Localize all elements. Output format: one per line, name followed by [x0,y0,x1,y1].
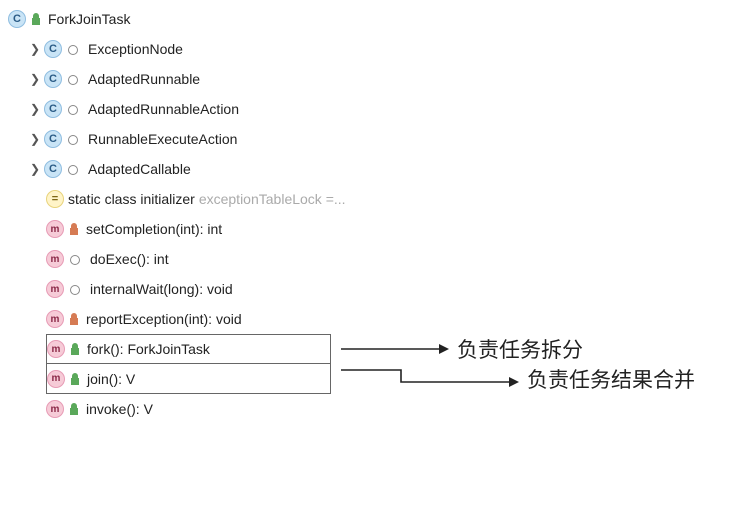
package-icon [68,165,78,175]
method-icon [46,250,64,268]
fork-join-block: fork(): ForkJoinTask join(): V [6,334,331,394]
annotation-join: 负责任务结果合并 [341,364,695,394]
package-icon [68,75,78,85]
inner-class-label: AdaptedCallable [88,161,191,177]
annotation-fork-text: 负责任务拆分 [457,334,583,364]
method-icon [46,220,64,238]
method-label: join(): V [87,371,135,387]
public-icon [30,12,42,26]
static-initializer-icon [46,190,64,208]
inner-class-row[interactable]: ❯ AdaptedRunnableAction [6,94,695,124]
method-row[interactable]: fork(): ForkJoinTask [46,334,331,364]
inner-class-label: AdaptedRunnableAction [88,101,239,117]
inner-class-label: RunnableExecuteAction [88,131,237,147]
expand-arrow-icon[interactable]: ❯ [28,132,42,146]
annotation-fork: 负责任务拆分 [341,334,695,364]
inner-class-row[interactable]: ❯ ExceptionNode [6,34,695,64]
expand-arrow-icon[interactable]: ❯ [28,162,42,176]
method-row[interactable]: internalWait(long): void [6,274,695,304]
expand-arrow-icon[interactable]: ❯ [28,72,42,86]
method-row[interactable]: join(): V [46,364,331,394]
package-icon [68,135,78,145]
inner-class-row[interactable]: ❯ AdaptedCallable [6,154,695,184]
annotations: 负责任务拆分 负责任务结果合并 [341,334,695,394]
arrow-icon [341,342,451,356]
class-icon [44,70,62,88]
method-icon [46,280,64,298]
method-icon [47,370,65,388]
inner-class-row[interactable]: ❯ AdaptedRunnable [6,64,695,94]
expand-arrow-icon[interactable]: ❯ [28,102,42,116]
public-icon [69,372,81,386]
package-icon [68,105,78,115]
method-label: internalWait(long): void [90,281,233,297]
root-class-label: ForkJoinTask [48,11,130,27]
method-icon [46,400,64,418]
inner-class-label: AdaptedRunnable [88,71,200,87]
expand-arrow-icon[interactable]: ❯ [28,42,42,56]
static-initializer-label: static class initializer [68,191,195,207]
class-icon [8,10,26,28]
method-row[interactable]: doExec(): int [6,244,695,274]
method-label: invoke(): V [86,401,153,417]
method-label: setCompletion(int): int [86,221,222,237]
method-icon [47,340,65,358]
method-icon [46,310,64,328]
class-icon [44,100,62,118]
method-label: doExec(): int [90,251,169,267]
class-icon [44,40,62,58]
method-label: fork(): ForkJoinTask [87,341,210,357]
package-icon [70,285,80,295]
method-row[interactable]: setCompletion(int): int [6,214,695,244]
annotation-join-text: 负责任务结果合并 [527,364,695,394]
package-icon [70,255,80,265]
arrow-bent-icon [341,368,521,390]
method-row[interactable]: invoke(): V [6,394,695,424]
public-icon [69,342,81,356]
structure-tree: ForkJoinTask ❯ ExceptionNode ❯ AdaptedRunna… [6,4,695,424]
static-initializer-row[interactable]: static class initializer exceptionTableL… [6,184,695,214]
private-icon [68,312,80,326]
method-label: reportException(int): void [86,311,242,327]
class-icon [44,130,62,148]
private-icon [68,222,80,236]
static-initializer-detail: exceptionTableLock =... [199,191,346,207]
class-icon [44,160,62,178]
inner-class-row[interactable]: ❯ RunnableExecuteAction [6,124,695,154]
inner-class-label: ExceptionNode [88,41,183,57]
tree-root-row[interactable]: ForkJoinTask [6,4,695,34]
method-row[interactable]: reportException(int): void [6,304,695,334]
package-icon [68,45,78,55]
public-icon [68,402,80,416]
